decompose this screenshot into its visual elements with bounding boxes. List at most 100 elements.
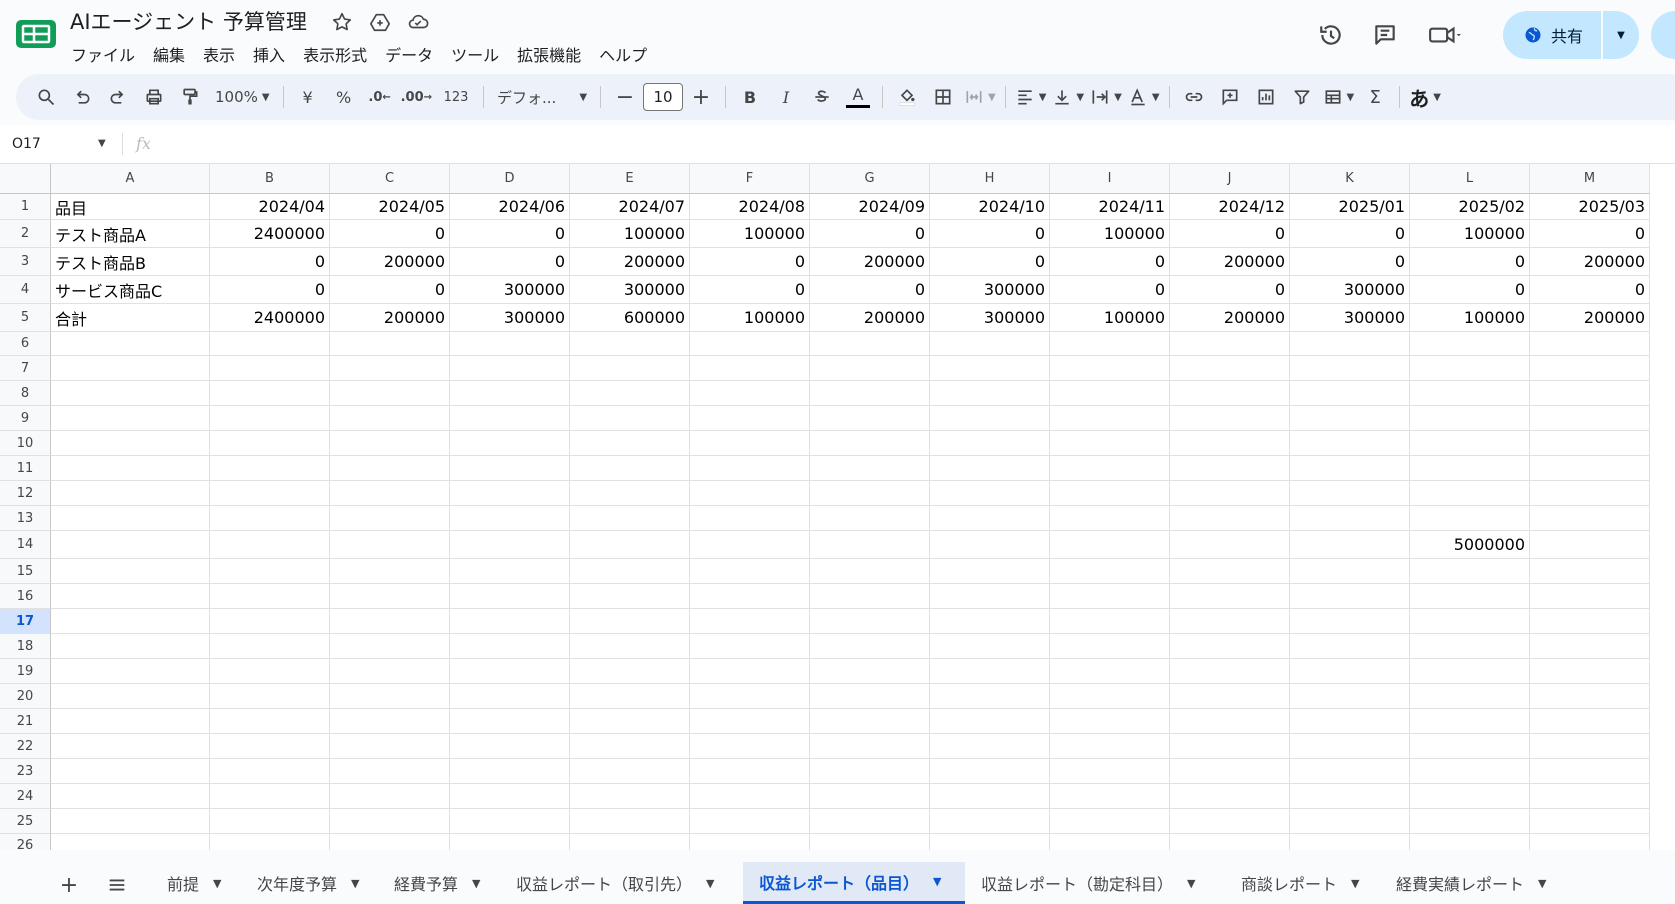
row-header-21[interactable]: 21 [0,709,51,734]
vertical-align-icon[interactable]: ▼ [1052,82,1084,112]
cell-e11[interactable] [570,456,690,481]
cell-k3[interactable]: 0 [1290,248,1410,276]
cell-a3[interactable]: テスト商品B [51,248,210,276]
cell-h6[interactable] [930,332,1050,356]
cell-b12[interactable] [210,481,330,506]
cell-a1[interactable]: 品目 [51,194,210,220]
cell-f16[interactable] [690,584,810,609]
cell-a15[interactable] [51,559,210,584]
cell-j8[interactable] [1170,381,1290,406]
row-header-17[interactable]: 17 [0,609,51,634]
cell-g3[interactable]: 200000 [810,248,930,276]
cell-a14[interactable] [51,531,210,559]
sheet-tab-8[interactable]: 経費実績レポート ▼ [1380,862,1558,904]
cell-i22[interactable] [1050,734,1170,759]
cell-e4[interactable]: 300000 [570,276,690,304]
cell-a4[interactable]: サービス商品C [51,276,210,304]
cell-i18[interactable] [1050,634,1170,659]
cell-l11[interactable] [1410,456,1530,481]
cell-f8[interactable] [690,381,810,406]
cell-e18[interactable] [570,634,690,659]
cell-i14[interactable] [1050,531,1170,559]
cell-d9[interactable] [450,406,570,431]
cell-c16[interactable] [330,584,450,609]
cell-k7[interactable] [1290,356,1410,381]
cell-i6[interactable] [1050,332,1170,356]
cell-d17[interactable] [450,609,570,634]
cell-b1[interactable]: 2024/04 [210,194,330,220]
cell-d23[interactable] [450,759,570,784]
cell-a16[interactable] [51,584,210,609]
row-header-6[interactable]: 6 [0,332,51,356]
cell-m15[interactable] [1530,559,1650,584]
column-header-j[interactable]: J [1170,164,1290,194]
sheet-tab-3[interactable]: 経費予算 ▼ [378,862,494,904]
cell-c12[interactable] [330,481,450,506]
row-header-10[interactable]: 10 [0,431,51,456]
cell-k18[interactable] [1290,634,1410,659]
cell-h24[interactable] [930,784,1050,809]
cell-b23[interactable] [210,759,330,784]
cell-d15[interactable] [450,559,570,584]
cell-b2[interactable]: 2400000 [210,220,330,248]
cell-f18[interactable] [690,634,810,659]
cell-i16[interactable] [1050,584,1170,609]
cell-e3[interactable]: 200000 [570,248,690,276]
cell-l8[interactable] [1410,381,1530,406]
cell-e14[interactable] [570,531,690,559]
menu-file[interactable]: ファイル [62,40,144,68]
row-header-26[interactable]: 26 [0,834,51,850]
cell-k14[interactable] [1290,531,1410,559]
filter-views-icon[interactable]: ▼ [1323,82,1354,112]
chevron-down-icon[interactable]: ▼ [1538,877,1546,890]
cell-h8[interactable] [930,381,1050,406]
cell-i10[interactable] [1050,431,1170,456]
row-header-5[interactable]: 5 [0,304,51,332]
cell-a5[interactable]: 合計 [51,304,210,332]
cell-c13[interactable] [330,506,450,531]
menu-insert[interactable]: 挿入 [244,40,294,68]
cell-e15[interactable] [570,559,690,584]
cell-m18[interactable] [1530,634,1650,659]
column-header-e[interactable]: E [570,164,690,194]
chevron-down-icon[interactable]: ▼ [472,877,480,890]
cell-h20[interactable] [930,684,1050,709]
cell-g17[interactable] [810,609,930,634]
cell-h25[interactable] [930,809,1050,834]
cell-f17[interactable] [690,609,810,634]
cell-a12[interactable] [51,481,210,506]
column-header-b[interactable]: B [210,164,330,194]
cell-e8[interactable] [570,381,690,406]
text-wrapping-icon[interactable]: ▼ [1090,82,1122,112]
cell-h10[interactable] [930,431,1050,456]
cell-d19[interactable] [450,659,570,684]
cell-c11[interactable] [330,456,450,481]
cell-e25[interactable] [570,809,690,834]
zoom-select[interactable]: 100% ▼ [211,82,274,112]
cell-c4[interactable]: 0 [330,276,450,304]
cell-m6[interactable] [1530,332,1650,356]
cell-k19[interactable] [1290,659,1410,684]
cell-k9[interactable] [1290,406,1410,431]
cell-l2[interactable]: 100000 [1410,220,1530,248]
cell-f26[interactable] [690,834,810,850]
cell-d4[interactable]: 300000 [450,276,570,304]
cell-c22[interactable] [330,734,450,759]
cell-a8[interactable] [51,381,210,406]
row-header-13[interactable]: 13 [0,506,51,531]
cell-h7[interactable] [930,356,1050,381]
cell-g14[interactable] [810,531,930,559]
cell-g4[interactable]: 0 [810,276,930,304]
cell-i19[interactable] [1050,659,1170,684]
cell-k1[interactable]: 2025/01 [1290,194,1410,220]
chevron-down-icon[interactable]: ▼ [1187,877,1195,890]
cell-l6[interactable] [1410,332,1530,356]
cell-d1[interactable]: 2024/06 [450,194,570,220]
row-header-2[interactable]: 2 [0,220,51,248]
cell-f24[interactable] [690,784,810,809]
cell-a23[interactable] [51,759,210,784]
cell-f12[interactable] [690,481,810,506]
cell-g6[interactable] [810,332,930,356]
cell-g21[interactable] [810,709,930,734]
cell-k21[interactable] [1290,709,1410,734]
